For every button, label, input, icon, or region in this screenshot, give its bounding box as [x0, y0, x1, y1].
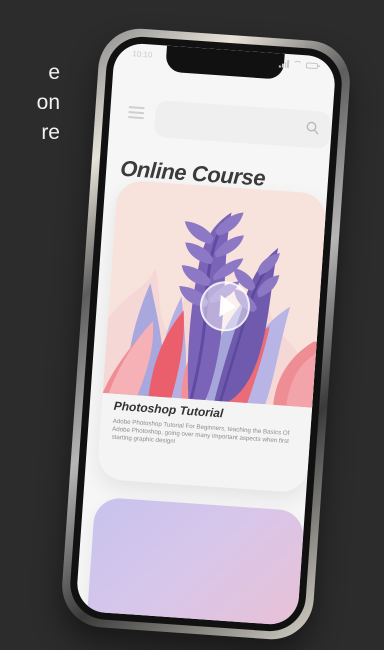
menu-icon[interactable]	[127, 106, 145, 120]
course-description: Adobe Photoshop Tutorial For Beginners, …	[111, 417, 290, 445]
course-card[interactable]: Photoshop Tutorial Adobe Photoshop Tutor…	[96, 179, 328, 494]
battery-icon	[305, 62, 319, 70]
wifi-icon	[292, 60, 303, 70]
status-icons	[278, 59, 319, 70]
phone-mockup: 10:10 Online Course Photoshop Tutorial A…	[59, 25, 353, 643]
background-text-line-2: on	[36, 91, 60, 114]
screenshot-stage: e on re 10:10 Online Course Photoshop Tu…	[0, 0, 384, 650]
course-title: Photoshop Tutorial	[113, 398, 224, 421]
next-course-card[interactable]	[84, 496, 305, 627]
phone-bezel: 10:10 Online Course Photoshop Tutorial A…	[67, 34, 345, 634]
search-bar[interactable]	[153, 99, 332, 150]
background-text-line-3: re	[41, 121, 60, 144]
background-text-line-1: e	[48, 61, 60, 84]
app-screen: 10:10 Online Course Photoshop Tutorial A…	[75, 41, 337, 627]
status-time: 10:10	[132, 49, 153, 60]
background-text: e on re	[0, 58, 60, 148]
signal-icon	[278, 59, 290, 69]
phone-notch	[165, 45, 285, 80]
play-icon	[218, 294, 237, 318]
search-icon[interactable]	[305, 120, 320, 135]
